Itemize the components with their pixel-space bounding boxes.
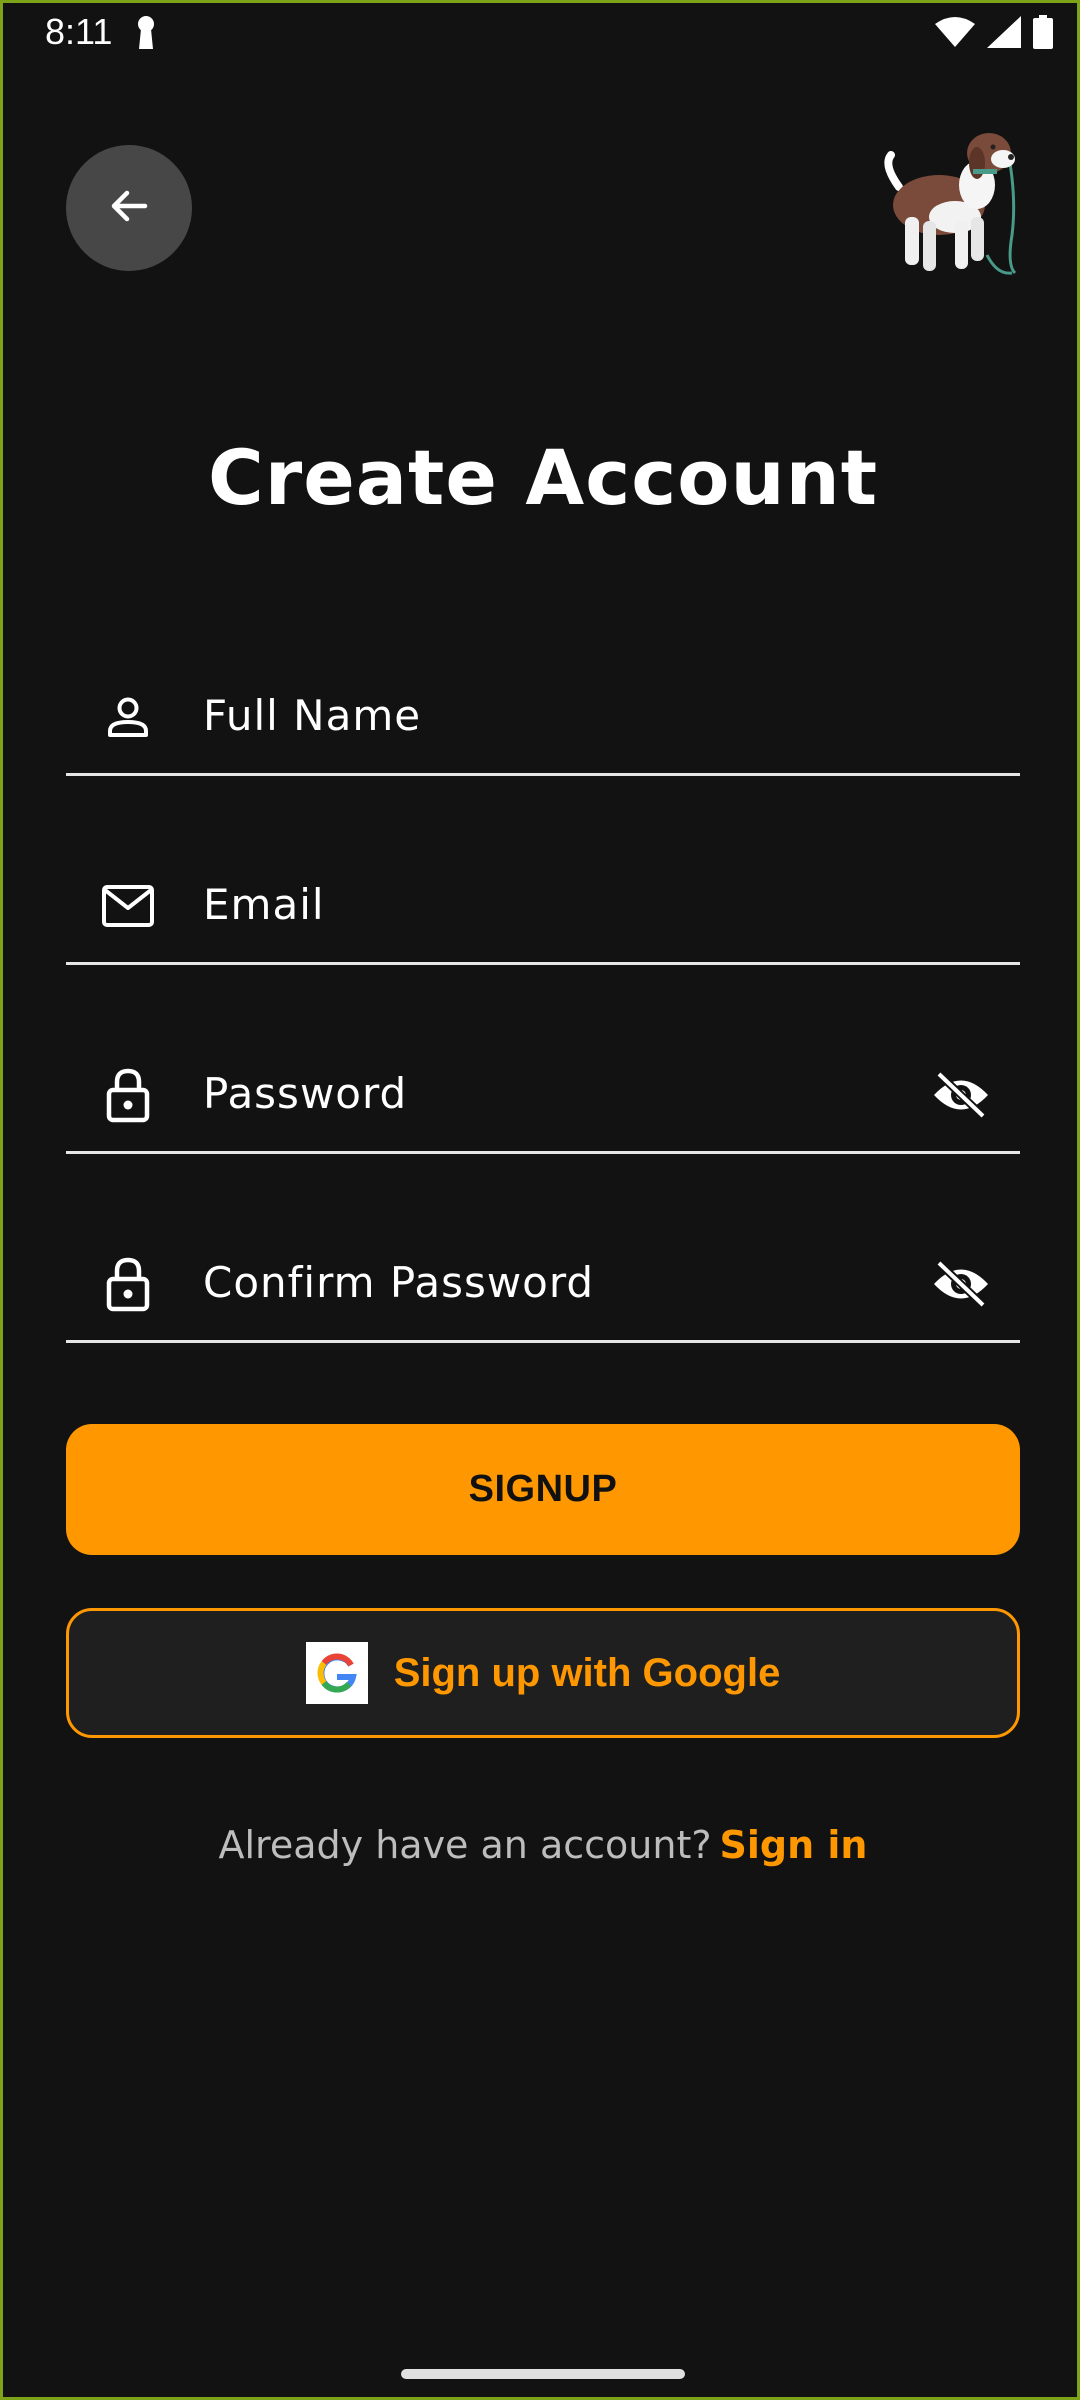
email-field[interactable]: Email — [66, 832, 1020, 965]
password-field[interactable]: Password — [66, 1021, 1020, 1154]
status-time: 8:11 — [45, 11, 113, 52]
key-icon — [133, 15, 159, 53]
home-indicator[interactable] — [401, 2369, 685, 2379]
confirm-password-placeholder: Confirm Password — [203, 1258, 595, 1307]
eye-off-icon[interactable] — [930, 1067, 992, 1123]
status-bar: 8:11 — [3, 3, 1080, 65]
person-icon — [98, 687, 158, 747]
full-name-field[interactable]: Full Name — [66, 643, 1020, 776]
lock-icon — [98, 1065, 158, 1125]
app-screen: 8:11 Create Account Full Name Email Pass… — [0, 0, 1080, 2400]
battery-icon — [1033, 15, 1053, 53]
password-placeholder: Password — [203, 1069, 408, 1118]
signin-prompt-line: Already have an account? Sign in — [3, 1823, 1080, 1867]
signal-icon — [987, 16, 1021, 52]
back-button[interactable] — [66, 145, 192, 271]
wifi-icon — [935, 16, 975, 52]
google-signup-button[interactable]: Sign up with Google — [66, 1608, 1020, 1738]
status-icons — [935, 15, 1053, 53]
eye-off-icon[interactable] — [930, 1256, 992, 1312]
mail-icon — [98, 876, 158, 936]
arrow-left-icon — [105, 182, 153, 234]
signin-prompt: Already have an account? — [218, 1823, 712, 1867]
lock-icon — [98, 1254, 158, 1314]
google-button-label: Sign up with Google — [393, 1650, 781, 1695]
page-title: Create Account — [207, 433, 879, 522]
signin-link[interactable]: Sign in — [720, 1823, 868, 1867]
email-placeholder: Email — [203, 880, 325, 929]
dog-illustration — [877, 125, 1027, 277]
signup-button[interactable]: SIGNUP — [66, 1424, 1020, 1555]
google-logo-icon — [305, 1642, 368, 1704]
full-name-placeholder: Full Name — [203, 691, 422, 740]
confirm-password-field[interactable]: Confirm Password — [66, 1210, 1020, 1343]
